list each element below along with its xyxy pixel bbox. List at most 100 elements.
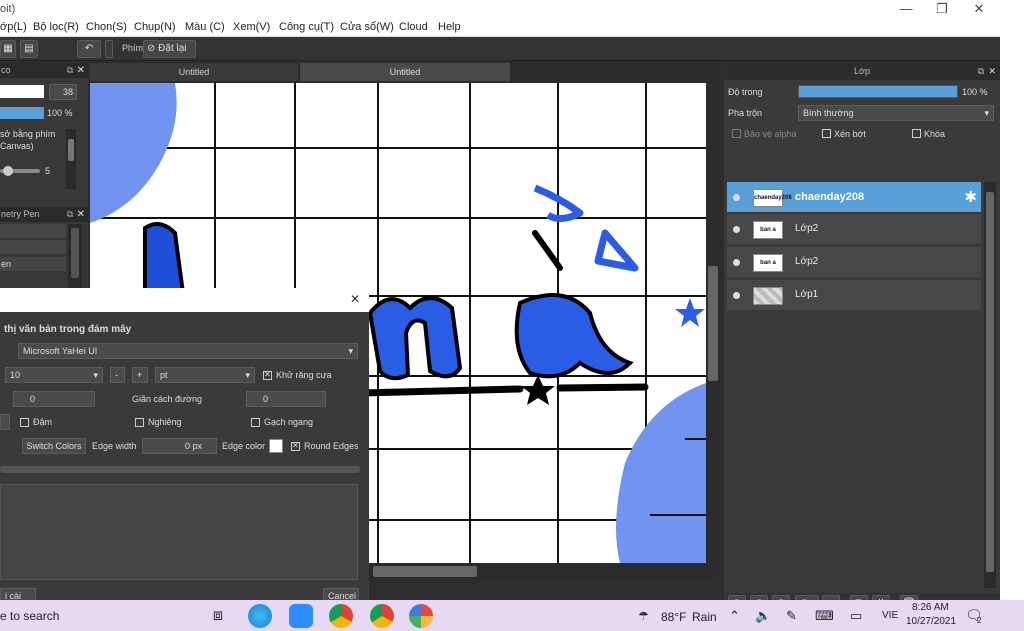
font-size-select[interactable]: 10 ▾ — [5, 367, 103, 383]
layer-opacity-slider[interactable] — [798, 85, 958, 98]
line-spacing-field[interactable]: 0 — [246, 391, 326, 407]
clipping-checkbox[interactable] — [822, 129, 831, 138]
blend-mode-select[interactable]: Bình thường ▾ — [798, 105, 994, 121]
close-icon[interactable]: ✕ — [988, 63, 996, 80]
close-icon[interactable]: ✕ — [77, 63, 85, 78]
increase-size-button[interactable]: + — [132, 367, 148, 383]
zoom-icon[interactable] — [289, 604, 313, 628]
layer-thumbnail — [753, 287, 783, 305]
blend-label: Pha trộn — [728, 108, 763, 118]
size-slider[interactable] — [0, 85, 44, 98]
keyboard-icon[interactable]: ⌨ — [815, 608, 834, 624]
align-select[interactable] — [0, 414, 10, 430]
lock-checkbox[interactable] — [912, 129, 921, 138]
layer-row[interactable]: ban a Lớp2 — [727, 247, 981, 278]
speaker-icon[interactable]: 🔈 — [755, 608, 771, 624]
pen-icon[interactable]: ✎ — [786, 608, 797, 624]
popout-icon[interactable]: ⧉ — [67, 63, 73, 78]
language-indicator[interactable]: VIE — [882, 610, 898, 621]
list-item[interactable]: en — [0, 257, 66, 271]
canvas-horizontal-scrollbar[interactable] — [369, 564, 719, 579]
decrease-size-button[interactable]: - — [110, 367, 125, 383]
undo-icon[interactable]: ↶ — [77, 40, 101, 58]
menu-help[interactable]: Help — [438, 21, 461, 33]
medibang-icon[interactable] — [409, 604, 433, 628]
opacity-slider[interactable] — [0, 107, 44, 119]
close-icon[interactable]: ✕ — [77, 207, 85, 222]
edge-browser-icon[interactable] — [248, 604, 272, 628]
clock-date[interactable]: 10/27/2021 — [906, 616, 956, 627]
eye-icon[interactable] — [733, 259, 740, 266]
search-box[interactable]: e to search — [0, 609, 59, 623]
list-item[interactable] — [0, 224, 66, 238]
close-window-button[interactable]: ✕ — [961, 0, 997, 19]
layout-icon[interactable]: ▤ — [20, 40, 38, 58]
menu-filter[interactable]: Bộ lọc(R) — [33, 21, 79, 33]
reset-button[interactable]: ⊘ Đặt lại — [143, 40, 196, 58]
popout-icon[interactable]: ⧉ — [67, 207, 73, 222]
edge-color-swatch[interactable] — [269, 439, 283, 453]
layer-row[interactable]: Lớp1 — [727, 280, 981, 311]
switch-colors-button[interactable]: Switch Colors — [22, 438, 86, 454]
task-view-icon[interactable]: ⧈ — [206, 604, 230, 628]
menu-layer[interactable]: ớp(L) — [0, 21, 27, 33]
bold-checkbox[interactable] — [20, 418, 29, 427]
chrome-icon[interactable] — [329, 604, 353, 628]
brush-panel-header: cọ ⧉ ✕ — [0, 63, 88, 78]
tab-untitled-1[interactable]: Untitled — [90, 63, 298, 81]
eye-icon[interactable] — [733, 194, 740, 201]
minimize-button[interactable]: — — [888, 0, 924, 19]
menu-color[interactable]: Màu (C) — [185, 21, 225, 33]
chevron-up-icon[interactable]: ⌃ — [729, 608, 740, 624]
font-value: Microsoft YaHei UI — [23, 346, 98, 356]
dialog-scrollbar[interactable] — [0, 466, 360, 473]
char-spacing-field[interactable]: 0 — [13, 391, 95, 407]
layer-name: Lớp1 — [795, 289, 819, 300]
toolbar-separator — [105, 40, 113, 58]
italic-label: Nghiêng — [148, 417, 182, 427]
line-spacing-label: Giãn cách đường — [132, 394, 202, 404]
brush-panel-scrollbar[interactable] — [66, 129, 76, 189]
font-select[interactable]: Microsoft YaHei UI ▾ — [18, 343, 358, 359]
desktop-edge — [1000, 0, 1024, 600]
menu-select[interactable]: Chọn(S) — [86, 21, 127, 33]
grid-icon[interactable]: ▦ — [0, 40, 16, 58]
antialias-checkbox[interactable] — [263, 370, 272, 380]
menu-tools[interactable]: Công cụ(T) — [279, 21, 334, 33]
layer-row[interactable]: chaenday208 chaenday208 ✱ — [727, 182, 981, 213]
eye-icon[interactable] — [733, 226, 740, 233]
horizontal-checkbox[interactable] — [251, 418, 260, 427]
round-edges-checkbox[interactable] — [291, 441, 300, 451]
app-window: ▦ ▤ ↶ Phím ⊘ Đặt lại cọ ⧉ ✕ 38 100 % sở … — [0, 37, 1000, 615]
line-spacing-value: 0 — [263, 394, 269, 404]
text-input-area[interactable] — [0, 484, 358, 580]
clock-time[interactable]: 8:26 AM — [912, 602, 949, 613]
layers-scrollbar[interactable] — [984, 182, 996, 588]
protect-alpha-checkbox[interactable] — [732, 129, 741, 138]
unit-select[interactable]: pt ▾ — [155, 367, 255, 383]
menu-capture[interactable]: Chụp(N) — [134, 21, 176, 33]
chrome-icon[interactable] — [370, 604, 394, 628]
menu-view[interactable]: Xem(V) — [233, 21, 270, 33]
eye-icon[interactable] — [733, 292, 740, 299]
menu-window[interactable]: Cửa sổ(W) — [340, 21, 394, 33]
window-title: oit) — [0, 3, 16, 15]
size-value[interactable]: 38 — [49, 84, 77, 100]
layers-panel: Lớp ⧉ ✕ Độ trong 100 % Pha trộn Bình thư… — [724, 63, 1000, 615]
weather-temp[interactable]: 88°F — [661, 610, 686, 624]
display-icon[interactable]: ▭ — [850, 608, 862, 624]
menu-cloud[interactable]: Cloud — [399, 21, 428, 33]
tab-untitled-2[interactable]: Untitled — [300, 63, 510, 81]
dialog-close-button[interactable]: ✕ — [350, 292, 360, 306]
layer-row[interactable]: ban a Lớp2 — [727, 214, 981, 245]
canvas-vertical-scrollbar[interactable] — [706, 81, 720, 567]
maximize-button[interactable]: ❐ — [924, 0, 960, 19]
edge-width-field[interactable]: 0 px — [142, 438, 217, 454]
taskbar: e to search ⧈ ☂ 88°F Rain ⌃ 🔈 ✎ ⌨ ▭ VIE … — [0, 600, 1024, 631]
correction-handle[interactable] — [3, 166, 13, 176]
gear-icon[interactable]: ✱ — [964, 188, 977, 206]
weather-text[interactable]: Rain — [692, 610, 717, 624]
italic-checkbox[interactable] — [135, 418, 144, 427]
list-item[interactable] — [0, 240, 66, 254]
popout-icon[interactable]: ⧉ — [978, 63, 984, 80]
